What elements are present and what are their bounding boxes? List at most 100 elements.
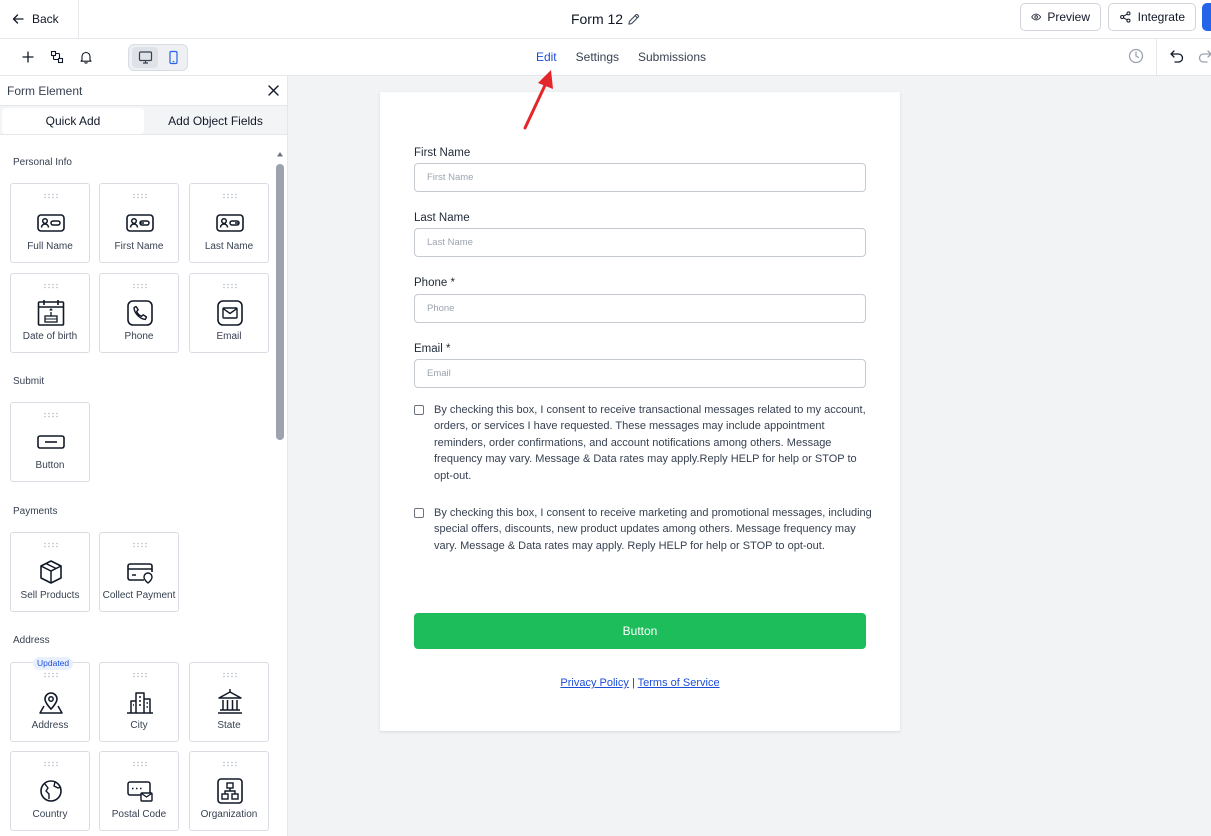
element-phone[interactable]: Phone [99, 273, 179, 353]
tab-quick-add[interactable]: Quick Add [2, 108, 144, 134]
element-label: State [217, 720, 241, 731]
element-label: Sell Products [20, 590, 80, 601]
phone-icon [127, 300, 153, 326]
email-input[interactable] [414, 359, 866, 388]
back-button[interactable]: Back [0, 0, 79, 38]
privacy-policy-link[interactable]: Privacy Policy [560, 677, 628, 689]
form-canvas: First Name Last Name Phone * Email * By … [380, 92, 900, 731]
drag-handle-icon [133, 193, 147, 199]
id-card-icon [37, 214, 65, 232]
element-button[interactable]: Button [10, 402, 90, 482]
drag-handle-icon [133, 542, 147, 548]
plus-icon [22, 51, 34, 63]
integrate-button[interactable]: Integrate [1108, 3, 1196, 31]
element-date-of-birth[interactable]: Date of birth [10, 273, 90, 353]
id-card-icon [216, 214, 244, 232]
tab-submissions[interactable]: Submissions [638, 39, 706, 75]
top-bar: Back Form 12 Preview Integrate [0, 0, 1211, 39]
add-element-button[interactable] [18, 47, 38, 67]
mail-icon [217, 300, 243, 326]
arrow-left-icon [12, 14, 24, 24]
element-state[interactable]: State [189, 662, 269, 742]
city-buildings-icon [127, 692, 153, 714]
publish-button[interactable] [1202, 3, 1211, 31]
drag-handle-icon [223, 761, 237, 767]
scroll-up-arrow-icon[interactable] [276, 150, 284, 158]
element-address[interactable]: Updated Address [10, 657, 90, 742]
transactional-consent-checkbox[interactable] [414, 405, 424, 415]
close-icon[interactable] [267, 84, 280, 97]
undo-icon[interactable] [1169, 48, 1185, 64]
drag-handle-icon [44, 412, 58, 418]
marketing-consent-checkbox[interactable] [414, 508, 424, 518]
form-submit-button[interactable]: Button [414, 613, 866, 649]
form-title-text[interactable]: Form 12 [571, 11, 623, 27]
drag-handle-icon [223, 193, 237, 199]
id-card-icon [126, 214, 154, 232]
element-label: Phone [124, 331, 154, 342]
panel-title: Form Element [7, 84, 83, 98]
legal-links: Privacy Policy | Terms of Service [380, 677, 900, 689]
globe-icon [40, 780, 62, 802]
section-address: Address [13, 635, 50, 646]
element-postal-code[interactable]: Postal Code [99, 751, 179, 831]
section-personal-info: Personal Info [13, 157, 72, 168]
last-name-label: Last Name [414, 212, 470, 224]
first-name-input[interactable] [414, 163, 866, 192]
credit-card-icon [127, 563, 153, 584]
element-sell-products[interactable]: Sell Products [10, 532, 90, 612]
element-first-name[interactable]: First Name [99, 183, 179, 263]
phone-label: Phone * [414, 277, 455, 289]
element-country[interactable]: Country [10, 751, 90, 831]
last-name-input[interactable] [414, 228, 866, 257]
phone-input[interactable] [414, 294, 866, 323]
tab-add-object-fields[interactable]: Add Object Fields [145, 108, 286, 134]
element-collect-payment[interactable]: Collect Payment [99, 532, 179, 612]
scrollbar-thumb[interactable] [276, 164, 284, 440]
element-city[interactable]: City [99, 662, 179, 742]
element-label: Postal Code [111, 809, 167, 820]
device-toggle [128, 44, 188, 71]
drag-handle-icon [44, 283, 58, 289]
drag-handle-icon [44, 193, 58, 199]
integrate-label: Integrate [1137, 10, 1185, 24]
section-payments: Payments [13, 506, 58, 517]
history-icon[interactable] [1127, 47, 1145, 65]
mobile-view-button[interactable] [160, 47, 186, 68]
notifications-button[interactable] [76, 47, 96, 67]
element-email[interactable]: Email [189, 273, 269, 353]
desktop-view-button[interactable] [132, 47, 158, 68]
element-label: Organization [200, 809, 258, 820]
drag-handle-icon [133, 283, 147, 289]
calendar-cake-icon [37, 300, 65, 326]
panel-scrollbar[interactable] [276, 150, 284, 836]
map-pin-icon [39, 692, 63, 714]
element-full-name[interactable]: Full Name [10, 183, 90, 263]
preview-label: Preview [1047, 10, 1090, 24]
element-last-name[interactable]: Last Name [189, 183, 269, 263]
panel-header: Form Element [0, 76, 287, 105]
drag-handle-icon [44, 542, 58, 548]
drag-handle-icon [44, 672, 58, 678]
editor-toolbar: Edit Settings Submissions [0, 39, 1211, 76]
marketing-consent-text: By checking this box, I consent to recei… [434, 507, 872, 552]
element-label: Full Name [27, 241, 73, 252]
email-label: Email * [414, 343, 451, 355]
org-chart-icon [217, 778, 243, 804]
pencil-icon[interactable] [627, 13, 640, 26]
element-organization[interactable]: Organization [189, 751, 269, 831]
redo-icon[interactable] [1197, 48, 1211, 64]
first-name-label: First Name [414, 147, 471, 159]
tab-edit[interactable]: Edit [536, 39, 557, 75]
layers-button[interactable] [47, 47, 67, 67]
monitor-icon [138, 51, 152, 64]
links-separator: | [631, 677, 635, 689]
government-building-icon [218, 689, 242, 714]
tab-settings[interactable]: Settings [576, 39, 619, 75]
drag-handle-icon [223, 672, 237, 678]
terms-of-service-link[interactable]: Terms of Service [638, 677, 720, 689]
share-icon [1120, 11, 1131, 23]
panel-tabs: Quick Add Add Object Fields [0, 105, 287, 135]
back-label: Back [32, 12, 59, 26]
preview-button[interactable]: Preview [1020, 3, 1101, 31]
